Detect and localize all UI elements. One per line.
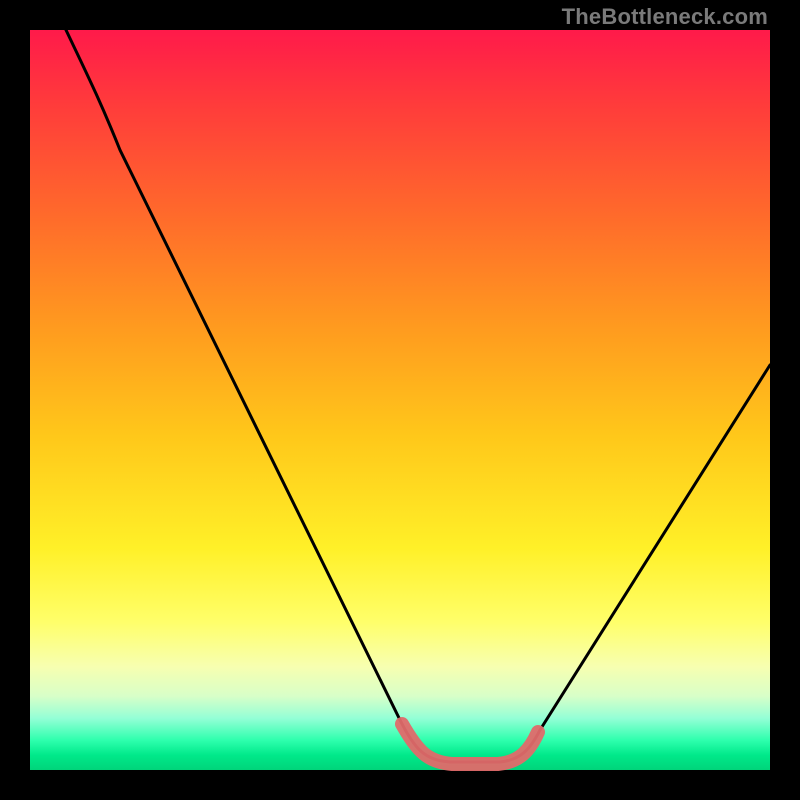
curve-layer	[30, 30, 770, 770]
plot-area	[30, 30, 770, 770]
highlight-band	[402, 724, 538, 764]
watermark-text: TheBottleneck.com	[562, 4, 768, 30]
chart-frame: TheBottleneck.com	[0, 0, 800, 800]
bottleneck-curve-left	[66, 30, 400, 720]
bottleneck-curve-right	[540, 365, 770, 730]
